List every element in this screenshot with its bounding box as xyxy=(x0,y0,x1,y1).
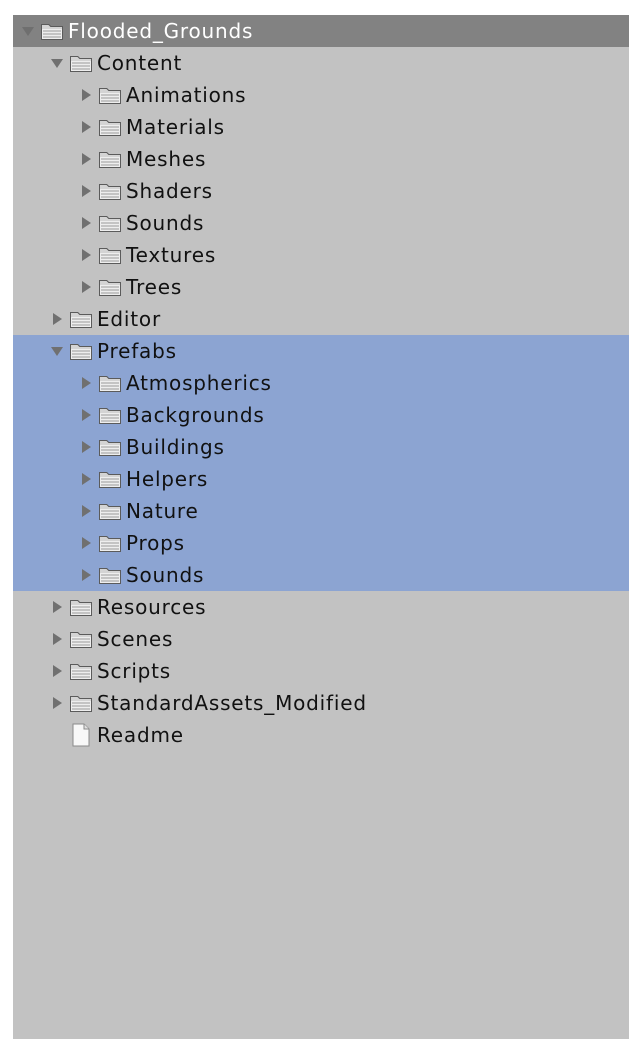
expand-triangle-icon[interactable] xyxy=(79,437,96,457)
tree-item-label: Resources xyxy=(97,595,207,619)
folder-item-editor[interactable]: Editor xyxy=(13,303,629,335)
folder-item-atmospherics[interactable]: Atmospherics xyxy=(13,367,629,399)
tree-item-label: Shaders xyxy=(126,179,213,203)
tree-item-label: Readme xyxy=(97,723,184,747)
expand-triangle-icon[interactable] xyxy=(79,85,96,105)
folder-item-helpers[interactable]: Helpers xyxy=(13,463,629,495)
expand-triangle-icon[interactable] xyxy=(79,117,96,137)
expand-triangle-icon[interactable] xyxy=(50,693,67,713)
tree-item-label: Sounds xyxy=(126,211,205,235)
folder-icon xyxy=(96,212,123,234)
folder-icon xyxy=(67,692,94,714)
folder-icon xyxy=(96,180,123,202)
collapse-triangle-icon[interactable] xyxy=(50,341,67,361)
tree-item-label: Atmospherics xyxy=(126,371,272,395)
folder-icon xyxy=(67,660,94,682)
tree-item-label: Textures xyxy=(126,243,217,267)
folder-icon xyxy=(96,372,123,394)
folder-item-materials[interactable]: Materials xyxy=(13,111,629,143)
folder-item-meshes[interactable]: Meshes xyxy=(13,143,629,175)
tree-item-label: Animations xyxy=(126,83,247,107)
folder-item-resources[interactable]: Resources xyxy=(13,591,629,623)
tree-item-label: Nature xyxy=(126,499,199,523)
folder-icon xyxy=(67,340,94,362)
folder-icon xyxy=(67,628,94,650)
expand-triangle-icon[interactable] xyxy=(50,629,67,649)
folder-item-content[interactable]: Content xyxy=(13,47,629,79)
folder-icon xyxy=(96,244,123,266)
folder-item-animations[interactable]: Animations xyxy=(13,79,629,111)
expand-triangle-icon[interactable] xyxy=(79,213,96,233)
tree-item-label: Buildings xyxy=(126,435,225,459)
folder-item-scripts[interactable]: Scripts xyxy=(13,655,629,687)
expand-triangle-icon[interactable] xyxy=(79,565,96,585)
collapse-triangle-icon[interactable] xyxy=(21,21,38,41)
folder-icon xyxy=(96,564,123,586)
folder-item-textures[interactable]: Textures xyxy=(13,239,629,271)
tree-item-label: Materials xyxy=(126,115,225,139)
folder-icon xyxy=(96,116,123,138)
folder-item-scenes[interactable]: Scenes xyxy=(13,623,629,655)
tree-item-label: Helpers xyxy=(126,467,209,491)
file-icon xyxy=(67,723,94,747)
folder-item-trees[interactable]: Trees xyxy=(13,271,629,303)
folder-item-sounds[interactable]: Sounds xyxy=(13,559,629,591)
expand-triangle-icon[interactable] xyxy=(50,597,67,617)
tree-item-label: Sounds xyxy=(126,563,205,587)
project-folder-tree: Flooded_Grounds Content Animations Material… xyxy=(13,15,629,1039)
folder-item-standardassets-modified[interactable]: StandardAssets_Modified xyxy=(13,687,629,719)
expand-triangle-icon[interactable] xyxy=(79,149,96,169)
folder-icon xyxy=(67,596,94,618)
folder-icon xyxy=(67,52,94,74)
folder-item-props[interactable]: Props xyxy=(13,527,629,559)
folder-item-sounds[interactable]: Sounds xyxy=(13,207,629,239)
folder-icon xyxy=(96,436,123,458)
tree-item-label: Editor xyxy=(97,307,161,331)
folder-item-nature[interactable]: Nature xyxy=(13,495,629,527)
tree-item-label: Scenes xyxy=(97,627,174,651)
expand-triangle-icon[interactable] xyxy=(79,277,96,297)
folder-icon xyxy=(96,148,123,170)
folder-icon xyxy=(96,404,123,426)
folder-icon xyxy=(38,20,65,42)
folder-icon xyxy=(96,532,123,554)
tree-item-label: Props xyxy=(126,531,185,555)
tree-item-label: Backgrounds xyxy=(126,403,265,427)
expand-triangle-icon[interactable] xyxy=(79,405,96,425)
folder-icon xyxy=(96,84,123,106)
folder-item-shaders[interactable]: Shaders xyxy=(13,175,629,207)
folder-icon xyxy=(96,276,123,298)
expand-triangle-icon[interactable] xyxy=(79,245,96,265)
folder-item-flooded-grounds[interactable]: Flooded_Grounds xyxy=(13,15,629,47)
collapse-triangle-icon[interactable] xyxy=(50,53,67,73)
tree-item-label: StandardAssets_Modified xyxy=(97,691,367,715)
expand-triangle-icon[interactable] xyxy=(79,373,96,393)
folder-icon xyxy=(67,308,94,330)
expand-triangle-icon[interactable] xyxy=(50,661,67,681)
tree-item-label: Flooded_Grounds xyxy=(68,19,254,43)
folder-item-buildings[interactable]: Buildings xyxy=(13,431,629,463)
expand-triangle-icon[interactable] xyxy=(79,469,96,489)
expand-triangle-icon[interactable] xyxy=(79,533,96,553)
file-item-readme[interactable]: Readme xyxy=(13,719,629,751)
tree-item-label: Content xyxy=(97,51,183,75)
expand-triangle-icon[interactable] xyxy=(79,501,96,521)
expand-triangle-icon[interactable] xyxy=(79,181,96,201)
expand-triangle-icon[interactable] xyxy=(50,309,67,329)
folder-icon xyxy=(96,500,123,522)
tree-item-label: Trees xyxy=(126,275,183,299)
folder-icon xyxy=(96,468,123,490)
tree-item-label: Meshes xyxy=(126,147,207,171)
folder-item-prefabs[interactable]: Prefabs xyxy=(13,335,629,367)
arrow-spacer xyxy=(50,725,67,745)
folder-item-backgrounds[interactable]: Backgrounds xyxy=(13,399,629,431)
tree-item-label: Scripts xyxy=(97,659,172,683)
tree-item-label: Prefabs xyxy=(97,339,177,363)
